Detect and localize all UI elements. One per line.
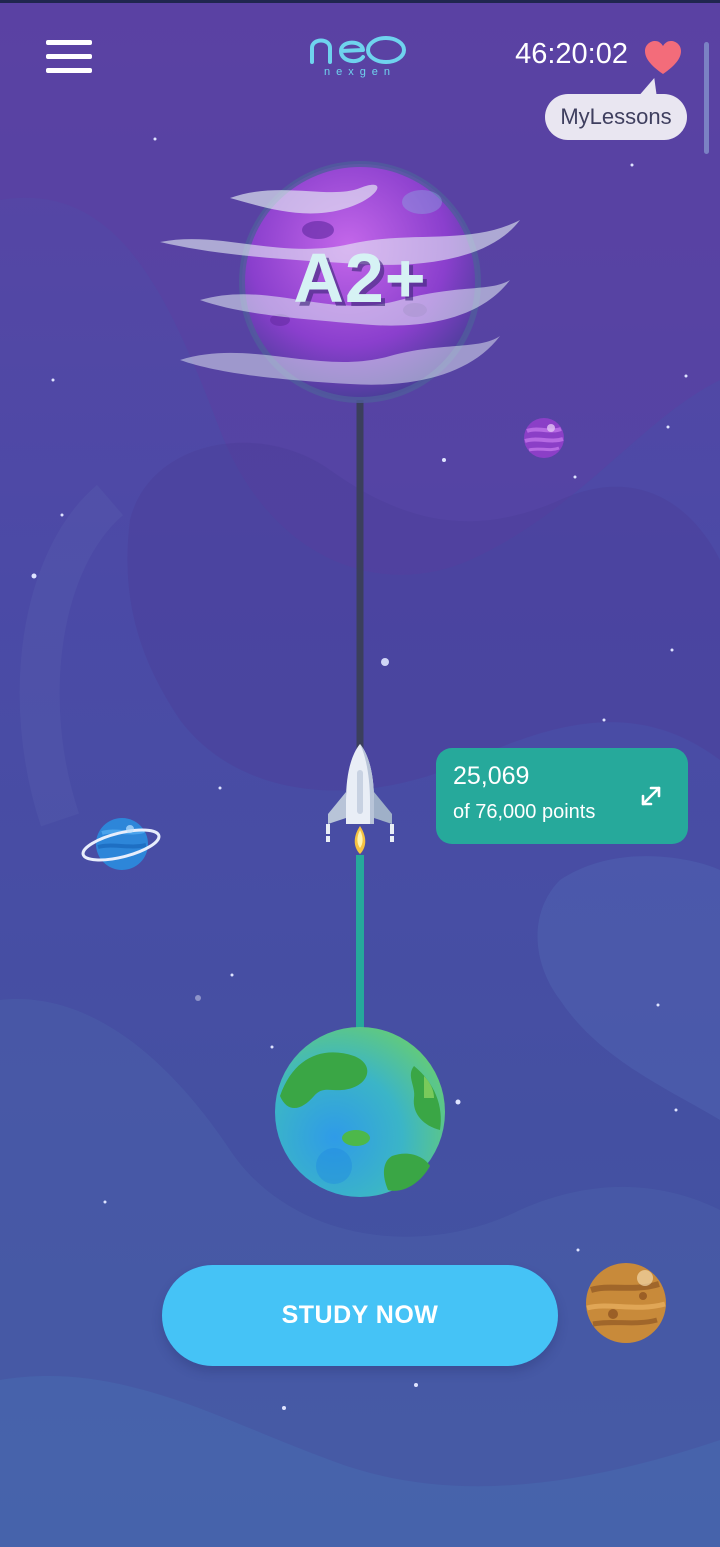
expand-icon[interactable]: [639, 784, 663, 808]
rocket-icon[interactable]: [322, 740, 398, 860]
points-total-label: of 76,000 points: [453, 801, 596, 823]
target-level-label: A2+: [293, 239, 427, 317]
points-progress-card[interactable]: 25,069 of 76,000 points: [436, 748, 688, 844]
small-orange-planet: [586, 1263, 666, 1343]
ringed-blue-planet: [81, 818, 161, 870]
points-earned: 25,069: [453, 762, 530, 790]
study-now-button[interactable]: STUDY NOW: [162, 1265, 558, 1366]
earth-planet[interactable]: [274, 1026, 446, 1198]
small-purple-planet: [524, 418, 564, 458]
learning-journey-screen: nexgen 46:20:02 MyLessons A2+ 25,069 of …: [0, 0, 720, 1547]
